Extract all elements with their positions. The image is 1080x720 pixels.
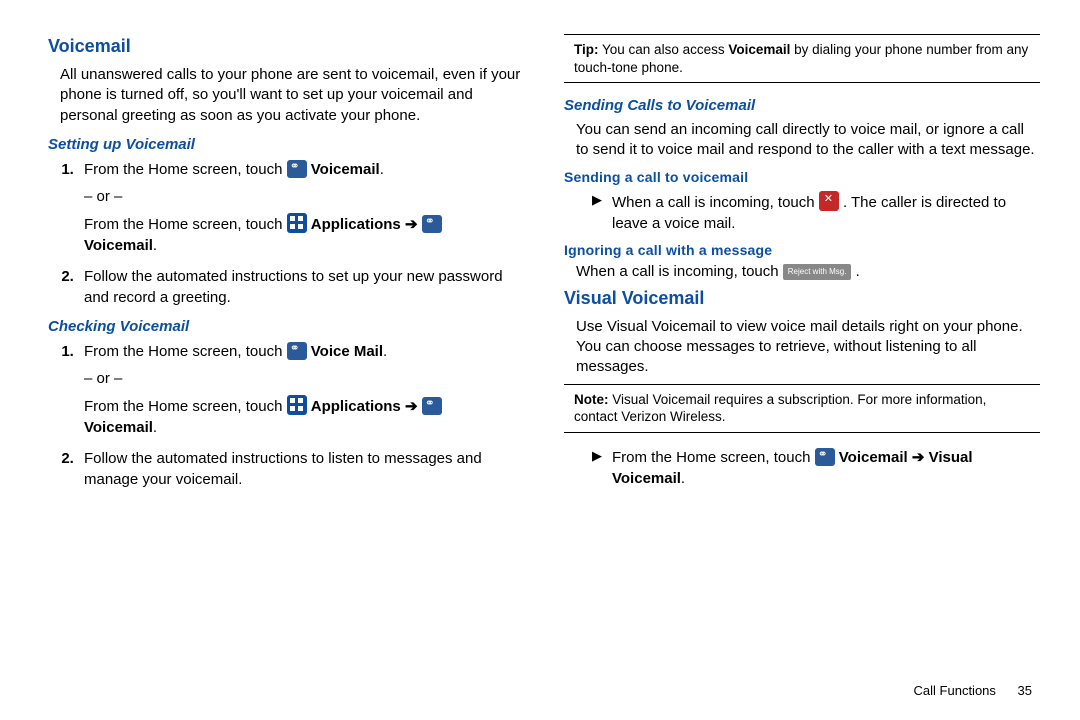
- note-label: Note:: [574, 392, 609, 407]
- sending-paragraph: You can send an incoming call directly t…: [576, 120, 1040, 161]
- page-footer: Call Functions 35: [914, 683, 1032, 698]
- vv-step-body: From the Home screen, touch Voicemail ➔ …: [612, 447, 1040, 489]
- note-text: Visual Voicemail requires a subscription…: [574, 392, 986, 425]
- left-column: Voicemail All unanswered calls to your p…: [48, 30, 524, 660]
- vv-step-text-a: From the Home screen, touch: [612, 449, 815, 466]
- heading-sending-calls: Sending Calls to Voicemail: [564, 97, 1040, 114]
- check-step1-text-e: Voicemail: [84, 419, 153, 436]
- setup-step-2: Follow the automated instructions to set…: [78, 266, 524, 308]
- setup-step1-text-e: Voicemail: [84, 237, 153, 254]
- ignore-text-b: .: [856, 263, 860, 280]
- check-step1-text-d: Applications ➔: [311, 398, 422, 415]
- check-step1-text-b: Voice Mail: [311, 343, 383, 360]
- setup-step1-text-c: From the Home screen, touch: [84, 216, 287, 233]
- heading-ignoring-call: Ignoring a call with a message: [564, 242, 1040, 258]
- send-call-step: ▶ When a call is incoming, touch . The c…: [592, 191, 1040, 234]
- send-call-step-body: When a call is incoming, touch . The cal…: [612, 191, 1040, 234]
- tip-text-a: You can also access: [599, 42, 729, 57]
- setup-step1-text-a: From the Home screen, touch: [84, 161, 287, 178]
- tip-box: Tip: You can also access Voicemail by di…: [564, 34, 1040, 83]
- heading-voicemail: Voicemail: [48, 36, 524, 57]
- visual-voicemail-paragraph: Use Visual Voicemail to view voice mail …: [576, 317, 1040, 378]
- reject-with-msg-icon: Reject with Msg.: [783, 264, 852, 281]
- intro-paragraph: All unanswered calls to your phone are s…: [60, 65, 524, 126]
- ignore-text-a: When a call is incoming, touch: [576, 263, 783, 280]
- voicemail-icon: [287, 342, 307, 360]
- visual-voicemail-step: ▶ From the Home screen, touch Voicemail …: [592, 447, 1040, 489]
- ignore-call-step: When a call is incoming, touch Reject wi…: [576, 262, 1040, 282]
- voicemail-icon: [815, 448, 835, 466]
- footer-section: Call Functions: [914, 683, 996, 698]
- check-step1-text-c: From the Home screen, touch: [84, 398, 287, 415]
- setup-steps: From the Home screen, touch Voicemail. –…: [78, 159, 524, 308]
- footer-page-number: 35: [1018, 683, 1032, 698]
- right-column: Tip: You can also access Voicemail by di…: [564, 30, 1040, 660]
- play-marker-icon: ▶: [592, 191, 602, 234]
- check-step-1: From the Home screen, touch Voice Mail. …: [78, 341, 524, 438]
- tip-text-b: Voicemail: [728, 42, 790, 57]
- note-box: Note: Visual Voicemail requires a subscr…: [564, 384, 1040, 433]
- or-divider: – or –: [84, 186, 524, 207]
- heading-visual-voicemail: Visual Voicemail: [564, 288, 1040, 309]
- manual-page: Voicemail All unanswered calls to your p…: [0, 0, 1080, 680]
- play-marker-icon: ▶: [592, 447, 602, 489]
- setup-step1-text-d: Applications ➔: [311, 216, 422, 233]
- applications-icon: [287, 213, 307, 233]
- reject-icon: [819, 191, 839, 211]
- check-steps: From the Home screen, touch Voice Mail. …: [78, 341, 524, 490]
- heading-sending-a-call: Sending a call to voicemail: [564, 169, 1040, 185]
- applications-icon: [287, 395, 307, 415]
- check-step-2: Follow the automated instructions to lis…: [78, 448, 524, 490]
- setup-step1-text-b: Voicemail: [311, 161, 380, 178]
- heading-setting-up: Setting up Voicemail: [48, 136, 524, 153]
- heading-checking: Checking Voicemail: [48, 318, 524, 335]
- voicemail-icon: [422, 215, 442, 233]
- voicemail-icon: [287, 160, 307, 178]
- or-divider: – or –: [84, 368, 524, 389]
- setup-step-1: From the Home screen, touch Voicemail. –…: [78, 159, 524, 256]
- check-step1-text-a: From the Home screen, touch: [84, 343, 287, 360]
- voicemail-icon: [422, 397, 442, 415]
- send-call-text-a: When a call is incoming, touch: [612, 194, 819, 211]
- tip-label: Tip:: [574, 42, 599, 57]
